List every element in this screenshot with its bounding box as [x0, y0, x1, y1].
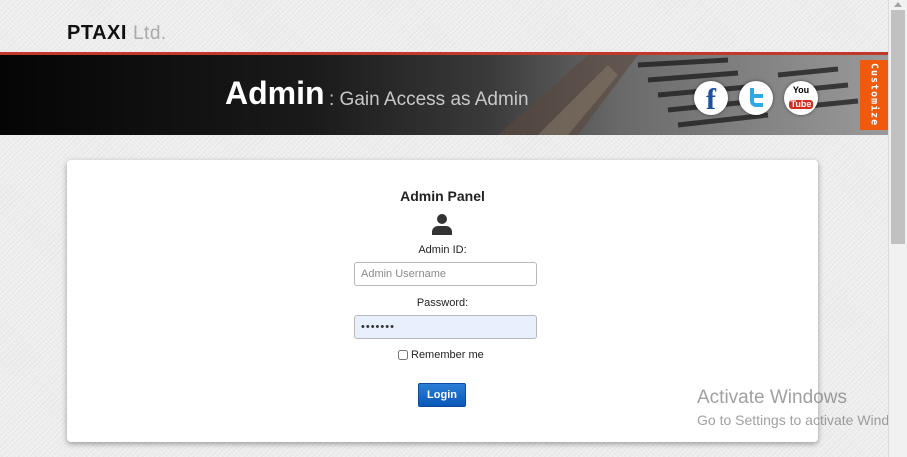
remember-me-option[interactable]: Remember me [398, 349, 484, 361]
customize-tab[interactable]: Customize [860, 60, 888, 130]
watermark-title: Activate Windows [697, 387, 847, 408]
youtube-icon: You Tube [788, 84, 814, 111]
password-input[interactable] [354, 315, 537, 339]
activate-windows-watermark: Activate Windows Go to Settings to activ… [697, 387, 888, 428]
remember-me-label: Remember me [411, 349, 484, 361]
twitter-link[interactable] [739, 81, 773, 115]
youtube-tube-text: Tube [788, 98, 814, 109]
password-label: Password: [416, 297, 469, 309]
facebook-link[interactable]: f [694, 81, 728, 115]
login-button[interactable]: Login [418, 383, 466, 407]
page-subtitle: : Gain Access as Admin [329, 89, 529, 110]
twitter-icon [750, 88, 763, 107]
admin-username-input[interactable] [354, 262, 537, 286]
header-bar: PTAXI Ltd. [0, 0, 888, 52]
brand-suffix: Ltd. [132, 23, 167, 44]
facebook-icon: f [706, 83, 716, 116]
brand-logo[interactable]: PTAXI Ltd. [67, 22, 167, 45]
panel-title: Admin Panel [400, 188, 485, 204]
brand-name: PTAXI [67, 22, 127, 44]
watermark-subtitle: Go to Settings to activate Windows. [697, 412, 888, 428]
admin-id-label: Admin ID: [418, 244, 467, 256]
hero-banner: Admin : Gain Access as Admin f You Tube [0, 52, 888, 135]
page-scrollbar[interactable] [888, 0, 907, 457]
scroll-up-arrow-icon[interactable] [894, 2, 902, 7]
remember-me-checkbox[interactable] [398, 350, 408, 360]
youtube-you-text: You [792, 84, 810, 95]
youtube-link[interactable]: You Tube [784, 81, 818, 115]
scroll-thumb[interactable] [891, 10, 905, 244]
page-title: Admin [225, 75, 325, 111]
user-icon [432, 214, 452, 235]
